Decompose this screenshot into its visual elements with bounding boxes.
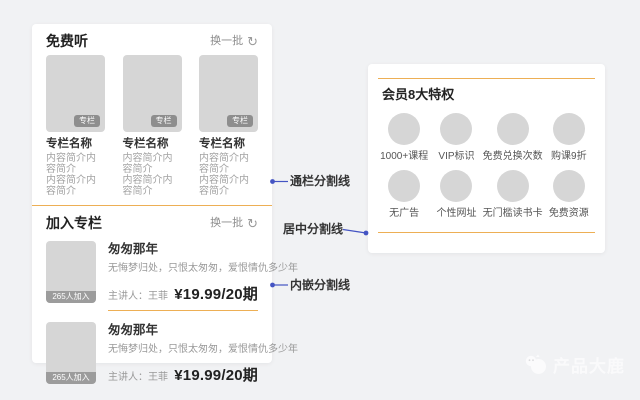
- column-card[interactable]: 专栏 专栏名称 内容简介内容简介 内容简介内容简介: [123, 55, 182, 197]
- perk-label: 免费资源: [549, 209, 589, 219]
- column-type-badge: 专栏: [151, 115, 177, 127]
- course-cover-placeholder: 265人加入: [46, 322, 96, 384]
- annotation-full-bleed-divider: 通栏分割线: [290, 175, 350, 188]
- perk-icon-placeholder: [440, 170, 472, 202]
- perk-label: 免费兑换次数: [483, 152, 543, 162]
- perk-item: 个性网址: [430, 170, 482, 219]
- free-listen-header: 免费听 换一批 ↻: [46, 34, 258, 48]
- membership-card: 会员8大特权 1000+课程 VIP标识 免费兑换次数 购课9折 无广告: [368, 64, 605, 253]
- perk-item: 1000+课程: [378, 113, 430, 162]
- refresh-icon: ↻: [247, 36, 258, 47]
- refresh-label: 换一批: [210, 216, 243, 230]
- course-title: 匆匆那年: [108, 324, 258, 337]
- course-info: 匆匆那年 无悔梦归处，只恨太匆匆，爱恨情仇多少年 主讲人：王菲 ¥19.99/2…: [108, 241, 258, 303]
- content-card: 免费听 换一批 ↻ 专栏 专栏名称 内容简介内容简介 内容简介内容简介 专栏: [32, 24, 272, 363]
- course-subtitle: 无悔梦归处，只恨太匆匆，爱恨情仇多少年: [108, 344, 258, 355]
- column-cover-placeholder: 专栏: [123, 55, 182, 132]
- column-name: 专栏名称: [46, 138, 105, 150]
- perk-icon-placeholder: [553, 113, 585, 145]
- refresh-batch-button[interactable]: 换一批 ↻: [210, 216, 258, 230]
- column-desc: 内容简介内容简介 内容简介内容简介: [199, 153, 258, 197]
- perk-icon-placeholder: [440, 113, 472, 145]
- perk-label: 购课9折: [551, 152, 587, 162]
- column-desc-line1: 内容简介内容简介: [46, 153, 105, 175]
- perk-label: 1000+课程: [380, 152, 428, 162]
- perk-icon-placeholder: [497, 113, 529, 145]
- column-card[interactable]: 专栏 专栏名称 内容简介内容简介 内容简介内容简介: [46, 55, 105, 197]
- course-title: 匆匆那年: [108, 243, 258, 256]
- perk-item: 无广告: [378, 170, 430, 219]
- perk-icon-placeholder: [388, 113, 420, 145]
- inset-divider: [108, 310, 258, 311]
- course-cover-placeholder: 265人加入: [46, 241, 96, 303]
- perks-grid: 1000+课程 VIP标识 免费兑换次数 购课9折 无广告 个性网址: [378, 113, 595, 219]
- course-info: 匆匆那年 无悔梦归处，只恨太匆匆，爱恨情仇多少年 主讲人：王菲 ¥19.99/2…: [108, 322, 258, 384]
- course-meta-row: 主讲人：王菲 ¥19.99/20期: [108, 368, 258, 384]
- annotation-centered-divider: 居中分割线: [283, 223, 343, 236]
- perk-item: 免费兑换次数: [483, 113, 543, 162]
- column-desc-line2: 内容简介内容简介: [123, 175, 182, 197]
- perk-item: VIP标识: [430, 113, 482, 162]
- column-card[interactable]: 专栏 专栏名称 内容简介内容简介 内容简介内容简介: [199, 55, 258, 197]
- course-list-item[interactable]: 265人加入 匆匆那年 无悔梦归处，只恨太匆匆，爱恨情仇多少年 主讲人：王菲 ¥…: [46, 241, 258, 303]
- course-subtitle: 无悔梦归处，只恨太匆匆，爱恨情仇多少年: [108, 263, 258, 274]
- brand-name: 产品大鹿: [553, 352, 625, 377]
- perk-label: 个性网址: [436, 209, 476, 219]
- column-desc: 内容简介内容简介 内容简介内容简介: [123, 153, 182, 197]
- perk-label: 无广告: [389, 209, 419, 219]
- refresh-icon: ↻: [247, 218, 258, 229]
- column-desc-line2: 内容简介内容简介: [199, 175, 258, 197]
- lecturer-label: 主讲人：王菲: [108, 290, 168, 303]
- column-name: 专栏名称: [199, 138, 258, 150]
- perk-icon-placeholder: [497, 170, 529, 202]
- section-title-free-listen: 免费听: [46, 34, 88, 48]
- perk-item: 无门槛读书卡: [483, 170, 543, 219]
- members-count-badge: 265人加入: [46, 372, 96, 384]
- deer-logo-icon: [524, 354, 548, 376]
- centered-divider-top: [378, 78, 595, 79]
- column-desc-line1: 内容简介内容简介: [199, 153, 258, 175]
- refresh-label: 换一批: [210, 34, 243, 48]
- column-type-badge: 专栏: [227, 115, 253, 127]
- column-type-badge: 专栏: [74, 115, 100, 127]
- column-cover-placeholder: 专栏: [46, 55, 105, 132]
- refresh-batch-button[interactable]: 换一批 ↻: [210, 34, 258, 48]
- perk-icon-placeholder: [388, 170, 420, 202]
- course-list-item[interactable]: 265人加入 匆匆那年 无悔梦归处，只恨太匆匆，爱恨情仇多少年 主讲人：王菲 ¥…: [46, 322, 258, 384]
- connector-line-centered: [343, 230, 366, 234]
- perk-label: VIP标识: [438, 152, 474, 162]
- members-count-badge: 265人加入: [46, 291, 96, 303]
- lecturer-label: 主讲人：王菲: [108, 371, 168, 384]
- perk-label: 无门槛读书卡: [483, 209, 543, 219]
- perk-icon-placeholder: [553, 170, 585, 202]
- course-meta-row: 主讲人：王菲 ¥19.99/20期: [108, 287, 258, 303]
- column-name: 专栏名称: [123, 138, 182, 150]
- course-price: ¥19.99/20期: [174, 368, 258, 384]
- annotation-inset-divider: 内嵌分割线: [290, 279, 350, 292]
- section-title-join-column: 加入专栏: [46, 216, 102, 230]
- perk-item: 购课9折: [543, 113, 595, 162]
- column-desc: 内容简介内容简介 内容简介内容简介: [46, 153, 105, 197]
- full-bleed-divider: [32, 205, 272, 206]
- perk-item: 免费资源: [543, 170, 595, 219]
- column-desc-line1: 内容简介内容简介: [123, 153, 182, 175]
- column-desc-line2: 内容简介内容简介: [46, 175, 105, 197]
- brand-watermark: 产品大鹿: [524, 352, 625, 377]
- canvas: 免费听 换一批 ↻ 专栏 专栏名称 内容简介内容简介 内容简介内容简介 专栏: [0, 0, 640, 400]
- join-column-header: 加入专栏 换一批 ↻: [46, 216, 258, 230]
- membership-title: 会员8大特权: [378, 88, 595, 102]
- course-price: ¥19.99/20期: [174, 287, 258, 303]
- centered-divider-bottom: [378, 232, 595, 233]
- column-card-row: 专栏 专栏名称 内容简介内容简介 内容简介内容简介 专栏 专栏名称 内容简介内容…: [46, 55, 258, 197]
- column-cover-placeholder: 专栏: [199, 55, 258, 132]
